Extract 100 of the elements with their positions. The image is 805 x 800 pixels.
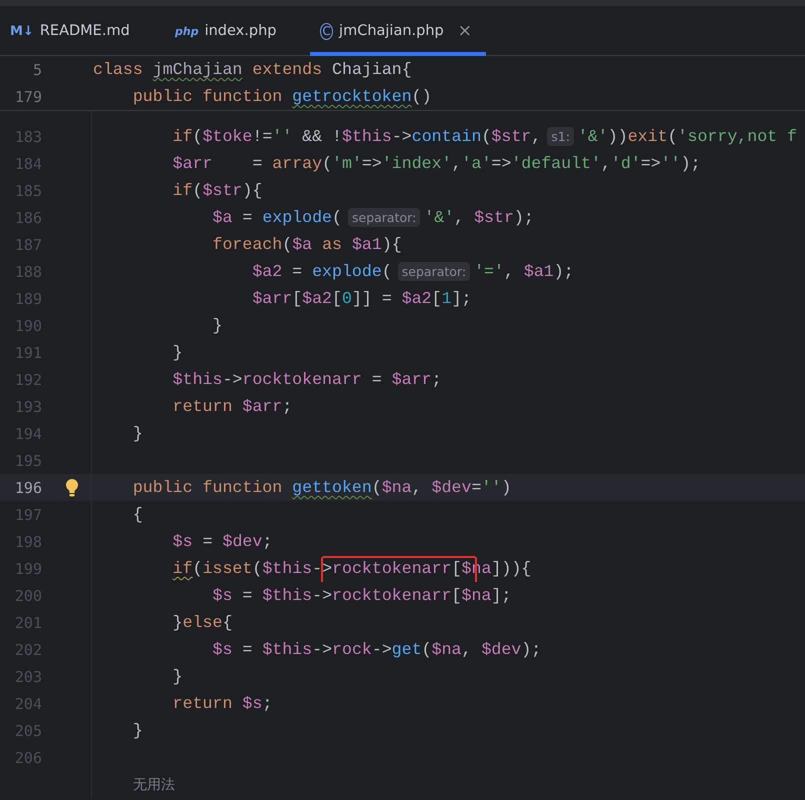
- code-token: $toke: [202, 127, 252, 146]
- editor-tab[interactable]: php index.php: [165, 6, 310, 56]
- code-token: $arr: [392, 370, 432, 389]
- code-token: ->: [372, 640, 392, 659]
- code-token: exit: [628, 127, 668, 146]
- code-token: ->: [222, 370, 242, 389]
- code-token: $s: [172, 532, 193, 551]
- code-token: !=: [252, 127, 272, 146]
- code-token: $this: [262, 586, 312, 605]
- lightbulb-icon[interactable]: [64, 478, 78, 498]
- code-token: $s: [212, 640, 232, 659]
- code-token: );: [680, 154, 701, 173]
- code-token: ];: [491, 586, 512, 605]
- code-token: [: [332, 289, 342, 308]
- code-token: '': [660, 154, 681, 173]
- code-token: $na: [382, 478, 412, 497]
- code-token: ): [501, 478, 512, 497]
- code-token: -: [312, 559, 322, 578]
- code-token: }: [172, 667, 183, 686]
- code-token: if: [172, 127, 193, 146]
- code-token: ,: [600, 154, 611, 173]
- code-token: =: [241, 208, 254, 227]
- editor-tab[interactable]: C jmChajian.php ×: [310, 6, 486, 56]
- code-token: )): [608, 127, 628, 146]
- code-token: return: [172, 397, 234, 416]
- code-token: $arr: [251, 289, 292, 308]
- code-token: ,: [462, 640, 472, 659]
- code-token: =: [241, 586, 254, 605]
- code-token: $str: [474, 208, 514, 227]
- code-token: rock: [332, 640, 372, 659]
- code-token: gettoken: [292, 478, 372, 497]
- code-token: 'default': [511, 154, 601, 173]
- code-token: public function: [132, 478, 284, 497]
- code-token: }: [212, 316, 222, 335]
- code-token: $str: [202, 181, 242, 200]
- code-token: (: [192, 559, 203, 578]
- code-token: rocktokenarr: [242, 370, 362, 389]
- code-token: else: [182, 613, 222, 632]
- code-token: 'index': [382, 154, 452, 173]
- code-token: $a: [212, 208, 232, 227]
- line-number: 196: [14, 478, 42, 496]
- code-token: '&': [424, 208, 454, 227]
- code-token: 'a': [462, 154, 492, 173]
- editor-tab[interactable]: M↓ README.md: [0, 6, 165, 56]
- code-token: ){: [242, 181, 262, 200]
- code-token: return: [172, 694, 234, 713]
- code-token: ->: [312, 586, 332, 605]
- code-token: $arr: [242, 397, 282, 416]
- code-token: {: [132, 505, 143, 524]
- code-token: (: [422, 640, 432, 659]
- code-token: =: [241, 640, 254, 659]
- code-token: (: [282, 235, 292, 254]
- code-token: =>: [362, 154, 382, 173]
- code-token: class: [93, 60, 144, 79]
- code-token: rocktokenarr: [332, 559, 452, 578]
- code-token: (: [382, 262, 392, 281]
- code-token: Chajian{: [331, 60, 412, 79]
- code-token: array: [272, 154, 322, 173]
- close-icon[interactable]: ×: [458, 21, 472, 41]
- code-token: $dev: [222, 532, 262, 551]
- code-token: );: [554, 262, 574, 281]
- line-number: 179: [14, 88, 42, 106]
- code-token: 'sorry,not f: [678, 127, 798, 146]
- code-token: $: [462, 559, 472, 578]
- code-token: if: [172, 559, 193, 578]
- code-token: 'd': [610, 154, 641, 173]
- code-token: ])){: [491, 559, 532, 578]
- code-token: $this: [262, 559, 312, 578]
- code-token: as: [322, 235, 343, 254]
- code-token: ;: [262, 694, 272, 713]
- code-token: (: [252, 559, 262, 578]
- code-token: [: [432, 289, 442, 308]
- code-token: 0: [342, 289, 352, 308]
- code-token: ,: [504, 262, 515, 281]
- code-token: $dev: [432, 478, 472, 497]
- code-token: (: [192, 181, 203, 200]
- code-token: ,: [412, 478, 423, 497]
- code-token: $na: [432, 640, 462, 659]
- code-token: explode: [262, 208, 332, 227]
- code-token: $s: [242, 694, 262, 713]
- code-token: $this: [342, 127, 392, 146]
- parameter-hint: s1:: [547, 127, 574, 146]
- code-token: ->: [312, 640, 332, 659]
- line-number: 5: [32, 60, 42, 78]
- code-token: 1: [442, 289, 452, 308]
- code-token: contain: [412, 127, 482, 146]
- code-token: getrocktoken: [292, 87, 412, 106]
- code-token: rocktokenarr: [332, 586, 452, 605]
- parameter-hint: separator:: [348, 208, 420, 227]
- code-token: =: [370, 370, 383, 389]
- code-token: 'm': [332, 154, 362, 173]
- code-token: foreach: [212, 235, 282, 254]
- code-token: $s: [212, 586, 232, 605]
- code-token: (: [332, 208, 342, 227]
- code-token: {: [222, 613, 232, 632]
- code-token: public function: [132, 87, 284, 106]
- code-token: $a1: [524, 262, 554, 281]
- code-token: =: [291, 262, 304, 281]
- code-token: ,: [531, 127, 542, 146]
- code-token: (: [668, 127, 678, 146]
